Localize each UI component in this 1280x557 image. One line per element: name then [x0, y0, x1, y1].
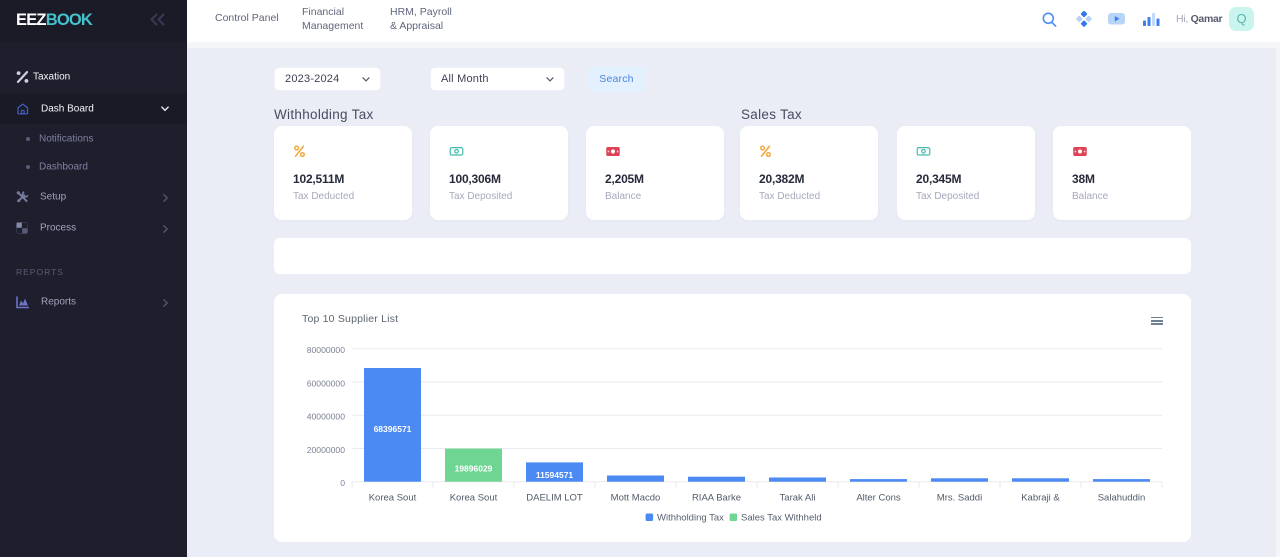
- svg-text:0: 0: [340, 478, 345, 488]
- svg-text:Mrs. Saddi: Mrs. Saddi: [937, 493, 982, 504]
- svg-text:20000000: 20000000: [307, 445, 345, 455]
- svg-text:68396571: 68396571: [374, 424, 412, 434]
- svg-text:60000000: 60000000: [307, 378, 345, 388]
- svg-text:11594571: 11594571: [536, 470, 574, 480]
- svg-text:80000000: 80000000: [307, 345, 345, 355]
- svg-text:DAELIM LOT: DAELIM LOT: [526, 493, 583, 504]
- svg-text:Sales Tax Withheld: Sales Tax Withheld: [741, 513, 822, 524]
- svg-text:Salahuddin: Salahuddin: [1098, 493, 1146, 504]
- svg-text:Alter Cons: Alter Cons: [856, 493, 901, 504]
- svg-text:Mott Macdo: Mott Macdo: [611, 493, 661, 504]
- svg-text:19896029: 19896029: [455, 464, 493, 474]
- svg-text:Korea Sout: Korea Sout: [369, 493, 417, 504]
- svg-text:40000000: 40000000: [307, 412, 345, 422]
- svg-text:Withholding Tax: Withholding Tax: [657, 513, 724, 524]
- svg-text:RIAA Barke: RIAA Barke: [692, 493, 741, 504]
- svg-text:Kabraji &: Kabraji &: [1021, 493, 1060, 504]
- svg-text:Korea Sout: Korea Sout: [450, 493, 498, 504]
- svg-text:Tarak Ali: Tarak Ali: [780, 493, 816, 504]
